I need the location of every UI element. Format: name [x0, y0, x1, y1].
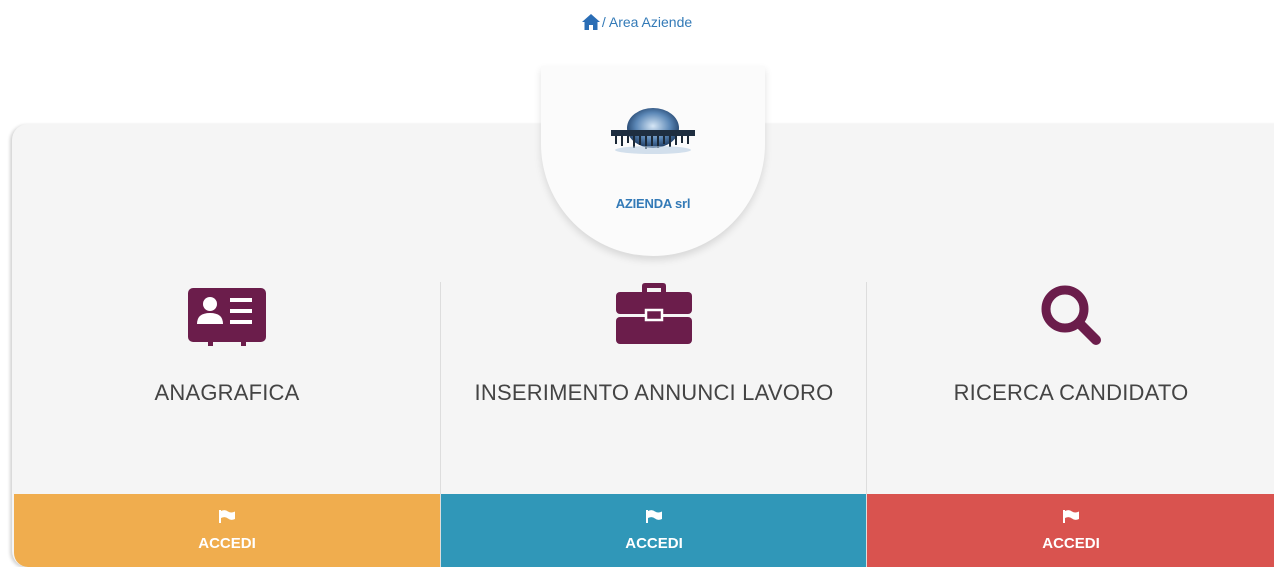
breadcrumb-separator: /: [601, 14, 606, 30]
card-title: RICERCA CANDIDATO: [953, 380, 1189, 405]
card-ricerca-candidato: RICERCA CANDIDATO ACCEDI: [866, 282, 1274, 567]
accedi-button-ricerca[interactable]: ACCEDI: [867, 494, 1274, 567]
breadcrumb: / Area Aziende: [0, 12, 1274, 32]
briefcase-icon: [616, 283, 692, 344]
flag-icon: [219, 510, 235, 523]
flag-icon: [646, 510, 662, 523]
accedi-label: ACCEDI: [1042, 535, 1100, 552]
card-anagrafica: ANAGRAFICA ACCEDI: [14, 282, 440, 567]
accedi-label: ACCEDI: [625, 535, 683, 552]
id-card-icon: [188, 288, 266, 346]
search-icon: [1041, 285, 1101, 345]
card-title: ANAGRAFICA: [154, 380, 300, 405]
card-title: INSERIMENTO ANNUNCI LAVORO: [474, 380, 834, 405]
accedi-button-inserimento[interactable]: ACCEDI: [441, 494, 867, 567]
card-inserimento-annunci: INSERIMENTO ANNUNCI LAVORO ACCEDI: [440, 282, 867, 567]
company-name: AZIENDA srl: [615, 196, 691, 211]
company-logo-icon: [611, 108, 695, 154]
flag-icon: [1063, 510, 1079, 523]
accedi-label: ACCEDI: [198, 535, 256, 552]
accedi-button-anagrafica[interactable]: ACCEDI: [14, 494, 440, 567]
home-icon[interactable]: [581, 14, 600, 30]
breadcrumb-current[interactable]: Area Aziende: [609, 14, 692, 30]
